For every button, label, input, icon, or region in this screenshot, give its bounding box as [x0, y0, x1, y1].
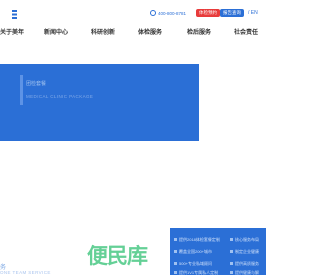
service-item: 提供2018体检套餐定制: [174, 237, 220, 243]
report-query-button[interactable]: 报告查询: [220, 9, 244, 17]
hero-accent-bar: [20, 75, 23, 105]
hotline-number: 400-800-8781: [158, 10, 187, 16]
brand-logo[interactable]: [0, 8, 20, 22]
watermark: 便民库: [87, 245, 148, 268]
service-item: 核心服务布局: [230, 237, 259, 243]
phone-icon: [150, 10, 156, 16]
nav-item-research[interactable]: 科研创新: [91, 27, 115, 36]
service-item: 制定企业健康: [230, 249, 259, 255]
nav-item-news[interactable]: 新闻中心: [44, 27, 68, 36]
bullet-icon: [230, 271, 233, 275]
hero-subtitle: MEDICAL CLINIC PACKAGE: [26, 94, 94, 99]
nav-item-csr[interactable]: 社会责任: [234, 27, 258, 36]
service-item-label: 提供2018体检套餐定制: [179, 237, 220, 242]
nav-item-about[interactable]: 关于美年: [0, 27, 24, 36]
service-panel: 提供2018体检套餐定制 核心服务布局 覆盖全国200+城市 制定企业健康 50…: [170, 228, 266, 275]
nav-item-aftercare[interactable]: 检后服务: [187, 27, 211, 36]
hotline: 400-800-8781: [150, 10, 186, 16]
bullet-icon: [174, 238, 177, 242]
service-item-label: 提供健康与解: [235, 270, 259, 275]
main-nav: 关于美年 新闻中心 科研创新 体检服务 检后服务 社会责任: [0, 27, 266, 39]
nav-item-checkup[interactable]: 体检服务: [138, 27, 162, 36]
service-item-label: 提供1V1专属私人定制: [179, 270, 219, 275]
service-item: 提供健康与解: [230, 270, 259, 276]
bullet-icon: [230, 262, 233, 266]
service-item-label: 制定企业健康: [235, 249, 259, 254]
service-item: 500+专业私域顾问: [174, 261, 212, 267]
top-header: 400-800-8781 体检预约 报告查询 / EN 关于美年 新闻中心 科研…: [0, 0, 266, 52]
service-item-label: 覆盖全国200+城市: [179, 249, 213, 254]
service-item-label: 500+专业私域顾问: [179, 261, 213, 266]
bullet-icon: [230, 250, 233, 254]
hero-title: 团检套餐: [26, 81, 47, 87]
section-subtitle: ONE TEAM SERVICE: [0, 270, 51, 275]
bullet-icon: [174, 250, 177, 254]
language-switch[interactable]: / EN: [248, 10, 258, 16]
service-item: 提供高质服务: [230, 261, 259, 267]
hero-banner: 团检套餐 MEDICAL CLINIC PACKAGE: [0, 64, 199, 141]
booking-button[interactable]: 体检预约: [196, 9, 220, 17]
bullet-icon: [174, 262, 177, 266]
service-item: 提供1V1专属私人定制: [174, 270, 218, 276]
service-item-label: 提供高质服务: [235, 261, 259, 266]
service-item-label: 核心服务布局: [235, 237, 259, 242]
service-item: 覆盖全国200+城市: [174, 249, 212, 255]
bullet-icon: [230, 238, 233, 242]
bullet-icon: [174, 271, 177, 275]
